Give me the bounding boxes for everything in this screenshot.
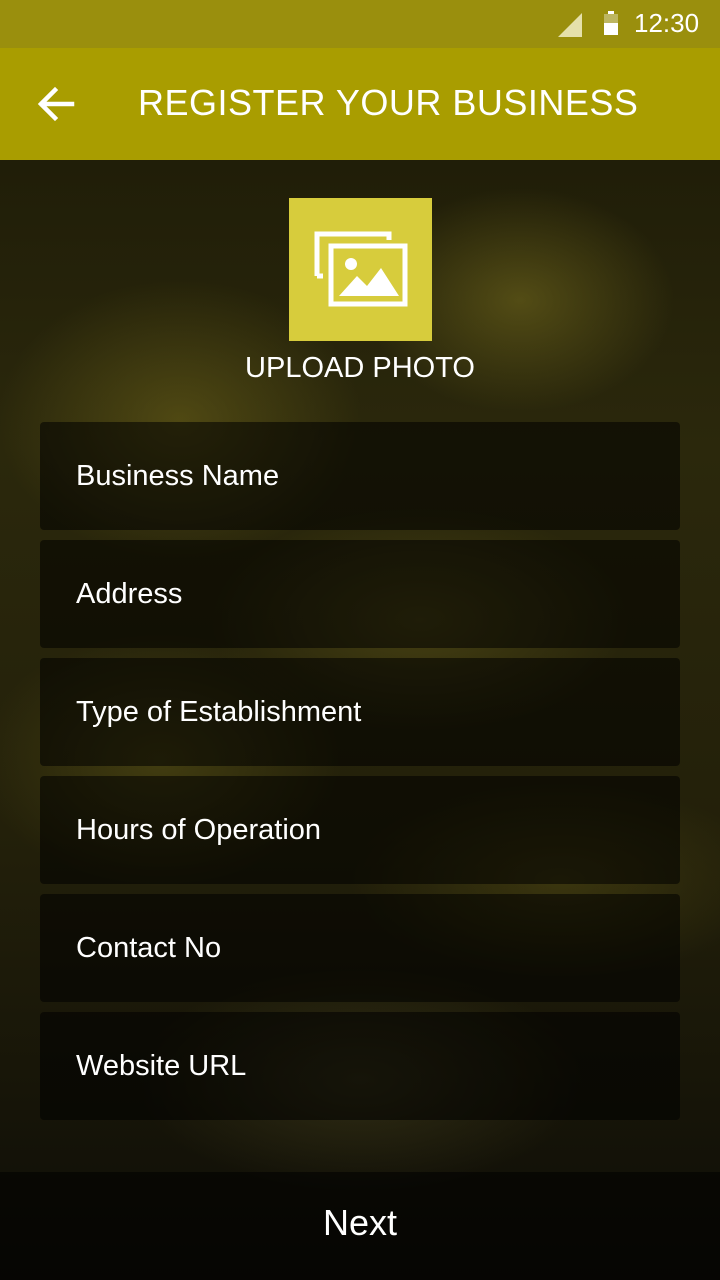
business-name-field[interactable]: Business Name [40, 422, 680, 530]
establishment-type-field[interactable]: Type of Establishment [40, 658, 680, 766]
arrow-left-icon [37, 86, 75, 122]
back-button[interactable] [36, 84, 76, 124]
upload-photo-label[interactable]: UPLOAD PHOTO [0, 352, 720, 385]
contact-no-field[interactable]: Contact No [40, 894, 680, 1002]
signal-icon [558, 13, 582, 37]
address-field[interactable]: Address [40, 540, 680, 648]
battery-icon [604, 11, 618, 35]
status-time: 12:30 [634, 8, 700, 38]
upload-photo-button[interactable] [289, 198, 432, 341]
next-button[interactable]: Next [0, 1202, 720, 1244]
hours-of-operation-field[interactable]: Hours of Operation [40, 776, 680, 884]
status-bar: 12:30 [0, 0, 720, 48]
page-title: REGISTER YOUR BUSINESS [138, 82, 639, 123]
app-bar: REGISTER YOUR BUSINESS [0, 48, 720, 160]
photo-gallery-icon [314, 231, 408, 307]
footer-bar: Next [0, 1172, 720, 1280]
website-url-field[interactable]: Website URL [40, 1012, 680, 1120]
